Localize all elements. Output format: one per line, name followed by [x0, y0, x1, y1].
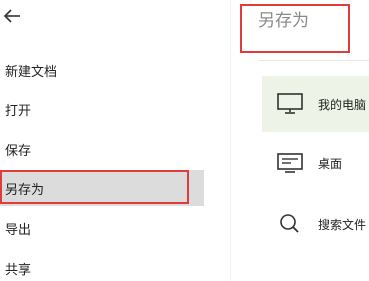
nav-item-open[interactable]: 打开 [0, 91, 204, 127]
location-label: 我的电脑 [318, 97, 367, 112]
location-this-pc[interactable]: 我的电脑 [262, 76, 369, 132]
desktop-icon [276, 151, 304, 175]
nav-item-share[interactable]: 共享 [0, 250, 204, 281]
location-label: 搜索文件 [318, 217, 367, 232]
arrow-left-icon [3, 9, 20, 23]
panel-title: 另存为 [258, 11, 309, 31]
nav-item-label: 新建文档 [5, 64, 58, 80]
back-button[interactable] [2, 6, 22, 26]
nav-item-label: 保存 [5, 143, 32, 159]
panel-divider [230, 0, 231, 281]
nav-item-save-as[interactable]: 另存为 [0, 170, 204, 206]
nav-item-label: 共享 [5, 262, 32, 278]
computer-icon [276, 92, 304, 116]
save-as-window: 新建文档 打开 保存 另存为 导出 共享 另存为 我的电脑 桌面 搜索文件 [0, 0, 369, 281]
nav-item-export[interactable]: 导出 [0, 210, 204, 246]
nav-item-label: 导出 [5, 222, 32, 238]
location-label: 桌面 [318, 156, 343, 171]
nav-item-label: 打开 [5, 103, 32, 119]
backstage-nav: 新建文档 打开 保存 另存为 导出 共享 [0, 0, 204, 281]
nav-item-label: 另存为 [5, 182, 45, 198]
search-icon [276, 212, 304, 236]
title-separator [258, 60, 369, 61]
nav-item-new-document[interactable]: 新建文档 [0, 52, 204, 88]
location-search-files[interactable]: 搜索文件 [262, 196, 369, 252]
location-desktop[interactable]: 桌面 [262, 135, 369, 191]
nav-item-save[interactable]: 保存 [0, 131, 204, 167]
